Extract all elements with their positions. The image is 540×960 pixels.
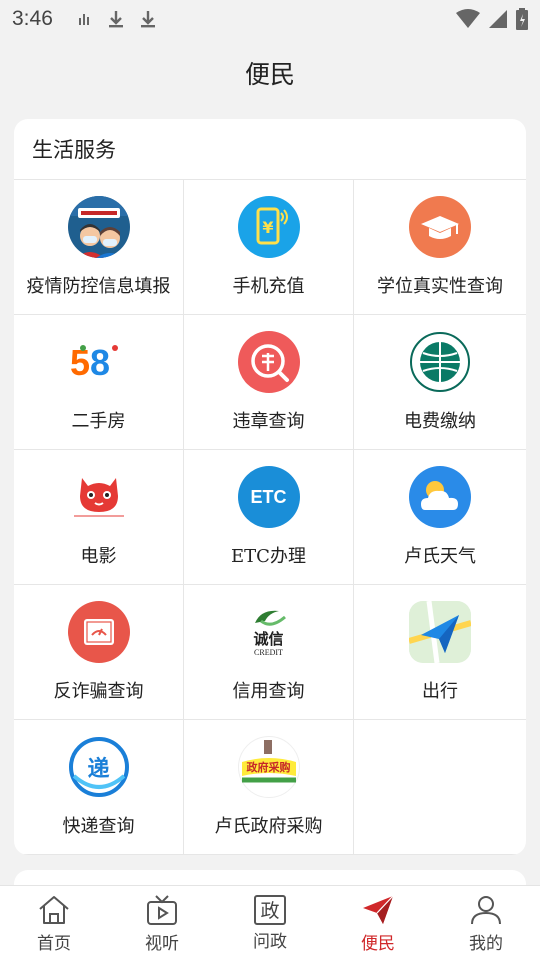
gov-icon: 政	[254, 894, 286, 925]
tab-label: 问政	[253, 931, 287, 952]
wifi-icon	[456, 9, 480, 28]
credit-icon: 诚信 CREDIT	[238, 601, 300, 663]
violation-icon	[237, 331, 300, 393]
svg-text:¥: ¥	[262, 218, 273, 237]
service-label: ETC办理	[231, 546, 306, 567]
tab-home[interactable]: 首页	[0, 886, 108, 960]
gov-procurement-icon-text: 政府采购	[246, 761, 291, 774]
service-credit-query[interactable]: 诚信 CREDIT 信用查询	[184, 585, 354, 720]
service-electricity-bill[interactable]: 电费缴纳	[354, 315, 526, 450]
download-icon-2	[140, 11, 155, 28]
service-label: 学位真实性查询	[377, 276, 503, 297]
section-header: 生活服务	[14, 119, 526, 180]
tv-icon	[145, 893, 179, 927]
services-grid: 疫情防控信息填报 ¥ 手机充值 学位真实性查询 5 8 二手房 违章查询 电费缴…	[14, 180, 526, 855]
signal-stats-icon	[78, 14, 89, 25]
service-movie[interactable]: 电影	[14, 450, 184, 585]
empty-grid-cell	[354, 720, 526, 855]
service-express-query[interactable]: 递 快递查询	[14, 720, 184, 855]
tab-label: 便民	[361, 933, 395, 954]
status-bar: 3:46	[0, 0, 540, 38]
credit-icon-text: 诚信	[253, 630, 284, 648]
service-phone-recharge[interactable]: ¥ 手机充值	[184, 180, 354, 315]
service-label: 电影	[80, 546, 117, 567]
service-label: 快递查询	[62, 816, 135, 837]
service-label: 出行	[422, 681, 458, 702]
state-grid-icon	[409, 331, 471, 393]
tab-audiovisual[interactable]: 视听	[108, 886, 216, 960]
express-icon: 递	[67, 736, 130, 798]
express-icon-text: 递	[87, 757, 110, 782]
cell-signal-icon	[489, 10, 507, 28]
download-icon	[108, 11, 123, 28]
epidemic-icon	[67, 196, 130, 258]
credit-icon-subtext: CREDIT	[254, 648, 283, 657]
phone-recharge-icon: ¥	[237, 196, 300, 258]
gov-procurement-icon: 政府采购	[237, 736, 300, 798]
user-icon	[469, 893, 503, 927]
page-title: 便民	[244, 60, 295, 89]
page-header: 便民	[0, 38, 540, 108]
tab-gov-inquiry[interactable]: 政 问政	[216, 886, 324, 960]
service-label: 违章查询	[232, 411, 305, 432]
service-label: 手机充值	[232, 276, 305, 297]
service-violation-query[interactable]: 违章查询	[184, 315, 354, 450]
life-services-card: 生活服务 疫情防控信息填报 ¥ 手机充值 学位真实性查询 5 8 二手房 违章查…	[14, 119, 526, 855]
service-degree-verification[interactable]: 学位真实性查询	[354, 180, 526, 315]
tab-mine[interactable]: 我的	[432, 886, 540, 960]
weather-icon	[409, 466, 471, 528]
etc-icon-text: ETC	[250, 486, 287, 507]
tab-label: 首页	[37, 933, 71, 954]
tab-label: 视听	[145, 933, 179, 954]
anti-fraud-icon	[67, 601, 130, 663]
tab-convenience[interactable]: 便民	[324, 886, 432, 960]
service-travel[interactable]: 出行	[354, 585, 526, 720]
service-weather[interactable]: 卢氏天气	[354, 450, 526, 585]
tab-label: 我的	[469, 933, 503, 954]
graduation-cap-icon	[409, 196, 471, 258]
service-label: 二手房	[71, 411, 126, 432]
service-label: 卢氏天气	[404, 546, 476, 567]
paper-plane-icon	[361, 893, 395, 927]
service-label: 卢氏政府采购	[214, 816, 323, 837]
service-epidemic-report[interactable]: 疫情防控信息填报	[14, 180, 184, 315]
service-label: 疫情防控信息填报	[26, 276, 171, 297]
etc-icon: ETC	[237, 466, 300, 528]
bottom-tab-bar: 首页 视听 政 问政 便民 我的	[0, 885, 540, 960]
service-label: 电费缴纳	[404, 411, 476, 432]
home-icon	[37, 893, 71, 927]
section-title: 生活服务	[32, 138, 116, 162]
58-logo-icon: 5 8	[68, 331, 130, 393]
service-label: 信用查询	[232, 681, 305, 702]
service-second-hand-house[interactable]: 5 8 二手房	[14, 315, 184, 450]
navigation-icon	[409, 601, 471, 663]
service-label: 反诈骗查询	[53, 681, 144, 702]
service-gov-procurement[interactable]: 政府采购 卢氏政府采购	[184, 720, 354, 855]
svg-text:8: 8	[90, 342, 110, 383]
maoyan-cat-icon	[68, 466, 130, 528]
status-time: 3:46	[12, 7, 53, 30]
service-anti-fraud[interactable]: 反诈骗查询	[14, 585, 184, 720]
gov-icon-text: 政	[260, 900, 280, 922]
service-etc[interactable]: ETC ETC办理	[184, 450, 354, 585]
battery-icon	[516, 8, 528, 30]
